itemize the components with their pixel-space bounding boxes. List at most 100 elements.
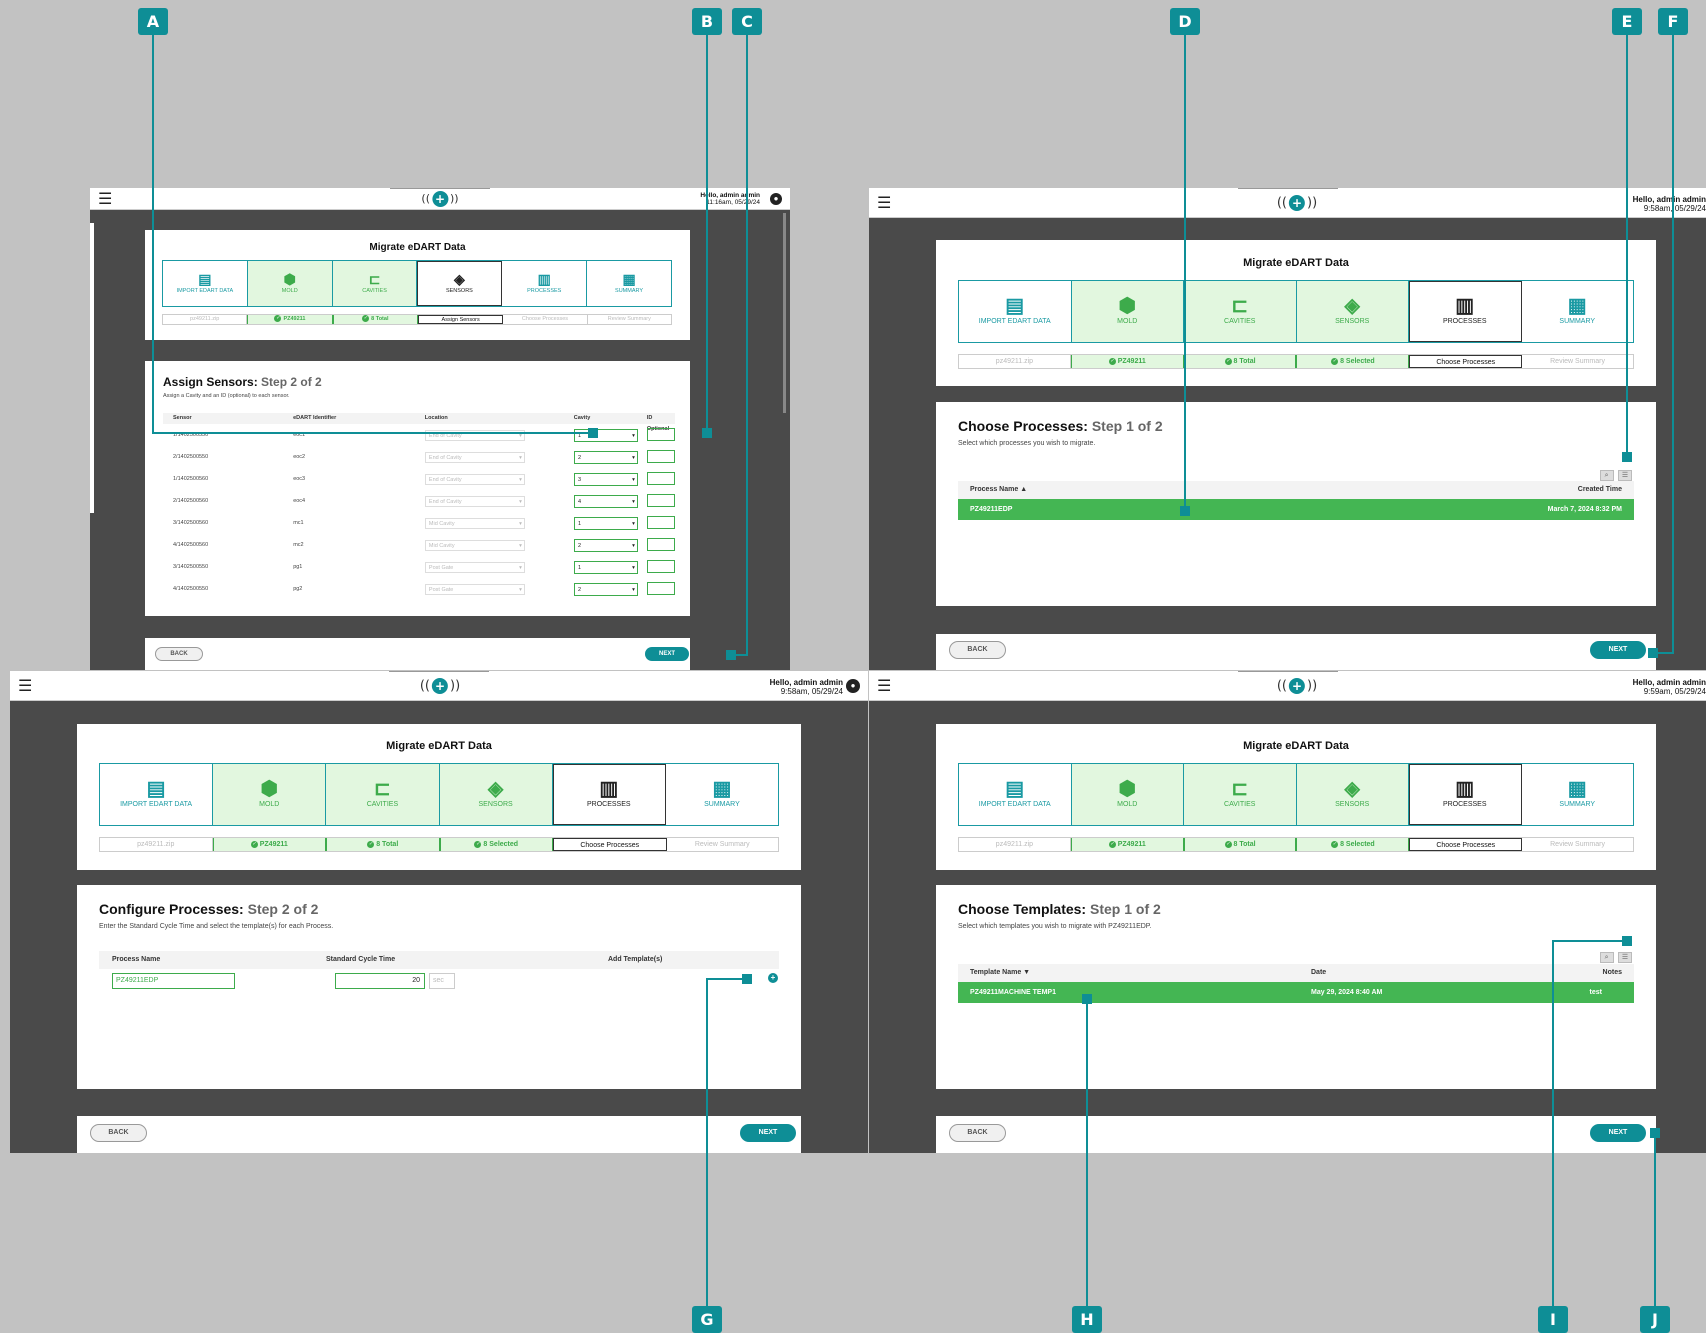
process-icon: ▥ [1455, 295, 1475, 317]
back-button[interactable]: BACK [90, 1124, 147, 1142]
cavity-select[interactable]: 1 [573, 516, 638, 530]
step-summary[interactable]: ▦ SUMMARY [666, 764, 778, 825]
document-icon: ▤ [146, 778, 166, 800]
location-select[interactable]: End of Cavity [424, 473, 525, 485]
add-template-icon[interactable]: + [768, 973, 778, 983]
template-row-selected[interactable]: PZ49211MACHINE TEMP1 May 29, 2024 8:40 A… [958, 982, 1634, 1003]
table-row: 3/1402500550 pg1 Post Gate 1 [163, 556, 676, 578]
step-summary[interactable]: ▦ SUMMARY [1522, 764, 1634, 825]
menu-icon[interactable]: ☰ [18, 676, 32, 696]
step-import[interactable]: ▤ IMPORT EDART DATA [163, 261, 248, 306]
app-logo[interactable]: ((+)) [421, 190, 459, 207]
step-sensors[interactable]: ◈ SENSORS [1296, 764, 1409, 825]
process-icon: ▥ [599, 778, 619, 800]
step-processes[interactable]: ▥ PROCESSES [1409, 764, 1522, 825]
wizard-status-chips: pz49211.zip ✓ PZ49211 ✓ 8 Total ✓ 8 Selecte… [99, 837, 779, 852]
sensor-target-icon: ◈ [454, 271, 465, 287]
id-optional-input[interactable] [647, 471, 676, 485]
back-button[interactable]: BACK [949, 1124, 1006, 1142]
next-button[interactable]: NEXT [740, 1124, 796, 1142]
step-mold[interactable]: ⬢ MOLD [247, 261, 333, 306]
id-optional-input[interactable] [647, 449, 676, 463]
step-summary[interactable]: ▦ SUMMARY [587, 261, 671, 306]
step-mold[interactable]: ⬢ MOLD [1071, 281, 1184, 342]
id-optional-input[interactable] [647, 515, 676, 529]
sensor-cell: 3/1402500560 [173, 520, 209, 526]
cavity-select[interactable]: 1 [573, 560, 638, 574]
process-row-selected[interactable]: PZ49211EDP March 7, 2024 8:32 PM [958, 499, 1634, 520]
sensor-target-icon: ◈ [1344, 295, 1360, 317]
cavity-select[interactable]: 2 [573, 582, 638, 596]
unit-select[interactable]: sec [429, 973, 455, 989]
next-button[interactable]: NEXT [1590, 1124, 1646, 1142]
nav-bar: BACK NEXT [77, 1116, 801, 1153]
filter-icon[interactable]: ☰ [1618, 952, 1632, 963]
user-icon[interactable]: ● [770, 192, 782, 205]
step-cavities[interactable]: ⊏ CAVITIES [332, 261, 418, 306]
search-icon[interactable]: ⌕ [1599, 952, 1614, 963]
location-select[interactable]: Mid Cavity [424, 517, 525, 529]
menu-icon[interactable]: ☰ [877, 193, 891, 213]
user-icon[interactable]: ● [846, 678, 860, 693]
app-logo[interactable]: ((+)) [420, 677, 460, 694]
id-optional-input[interactable] [647, 559, 676, 573]
process-table: Process Name ▲ Created Time PZ49211EDP Mar… [958, 481, 1634, 520]
step-summary[interactable]: ▦ SUMMARY [1522, 281, 1634, 342]
location-select[interactable]: Post Gate [424, 583, 525, 595]
step-import[interactable]: ▤ IMPORT EDART DATA [959, 764, 1072, 825]
sensor-cell: 4/1402500550 [173, 586, 209, 592]
screen-choose-templates: ☰ ((+)) Hello, admin admin 9:59am, 05/29/… [869, 671, 1706, 1153]
back-button[interactable]: BACK [949, 641, 1006, 659]
step-sensors[interactable]: ◈ SENSORS [439, 764, 553, 825]
section-subtitle: Assign a Cavity and an ID (optional) to … [163, 393, 290, 399]
document-icon: ▤ [1005, 778, 1025, 800]
next-button[interactable]: NEXT [645, 647, 689, 661]
menu-icon[interactable]: ☰ [877, 676, 891, 696]
step-sensors[interactable]: ◈ SENSORS [417, 261, 503, 306]
id-optional-input[interactable] [647, 493, 676, 507]
back-button[interactable]: BACK [155, 647, 203, 661]
identifier-cell: eoc2 [293, 454, 306, 460]
process-name-field[interactable]: PZ49211EDP [112, 973, 235, 989]
step-cavities[interactable]: ⊏ CAVITIES [1184, 764, 1297, 825]
callout-e: E [1612, 8, 1642, 35]
step-processes[interactable]: ▥ PROCESSES [1409, 281, 1522, 342]
app-logo[interactable]: ((+)) [1277, 194, 1317, 211]
location-select[interactable]: Mid Cavity [424, 539, 525, 551]
location-select[interactable]: End of Cavity [424, 495, 525, 507]
step-sensors[interactable]: ◈ SENSORS [1296, 281, 1409, 342]
menu-icon[interactable]: ☰ [98, 189, 112, 209]
summary-list-icon: ▦ [1567, 778, 1587, 800]
table-row: 2/1402500560 eoc4 End of Cavity 4 [163, 490, 676, 512]
cavity-select[interactable]: 1 [573, 428, 638, 442]
step-mold[interactable]: ⬢ MOLD [1071, 764, 1184, 825]
table-row: 4/1402500550 pg2 Post Gate 2 [163, 578, 676, 600]
cavity-select[interactable]: 3 [573, 472, 638, 486]
id-optional-input[interactable] [647, 581, 676, 595]
step-cavities[interactable]: ⊏ CAVITIES [326, 764, 440, 825]
step-mold[interactable]: ⬢ MOLD [213, 764, 327, 825]
app-logo[interactable]: ((+)) [1277, 677, 1317, 694]
configure-processes-card: Configure Processes: Step 2 of 2 Enter t… [77, 885, 801, 1089]
step-cavities[interactable]: ⊏ CAVITIES [1184, 281, 1297, 342]
cavity-select[interactable]: 4 [573, 494, 638, 508]
wizard-steps: ▤ IMPORT EDART DATA ⬢ MOLD ⊏ CAVITIES ◈ SENS… [99, 763, 779, 826]
search-icon[interactable]: ⌕ [1599, 470, 1614, 481]
location-select[interactable]: End of Cavity [424, 451, 525, 463]
step-import[interactable]: ▤ IMPORT EDART DATA [959, 281, 1072, 342]
id-optional-input[interactable] [647, 427, 676, 441]
step-processes[interactable]: ▥ PROCESSES [502, 261, 588, 306]
location-select[interactable]: Post Gate [424, 561, 525, 573]
summary-list-icon: ▦ [622, 271, 636, 287]
identifier-cell: pg2 [293, 586, 303, 592]
cavity-select[interactable]: 2 [573, 538, 638, 552]
wizard-card: Migrate eDART Data ▤ IMPORT EDART DATA ⬢ M… [145, 230, 690, 340]
wizard-status-chips: pz49211.zip ✓ PZ49211 ✓ 8 Total ✓ 8 Selecte… [958, 354, 1634, 369]
cavity-select[interactable]: 2 [573, 450, 638, 464]
step-processes[interactable]: ▥ PROCESSES [552, 764, 666, 825]
next-button[interactable]: NEXT [1590, 641, 1646, 659]
filter-icon[interactable]: ☰ [1618, 470, 1632, 481]
cycle-time-field[interactable]: 20 [335, 973, 425, 989]
id-optional-input[interactable] [647, 537, 676, 551]
step-import[interactable]: ▤ IMPORT EDART DATA [100, 764, 214, 825]
